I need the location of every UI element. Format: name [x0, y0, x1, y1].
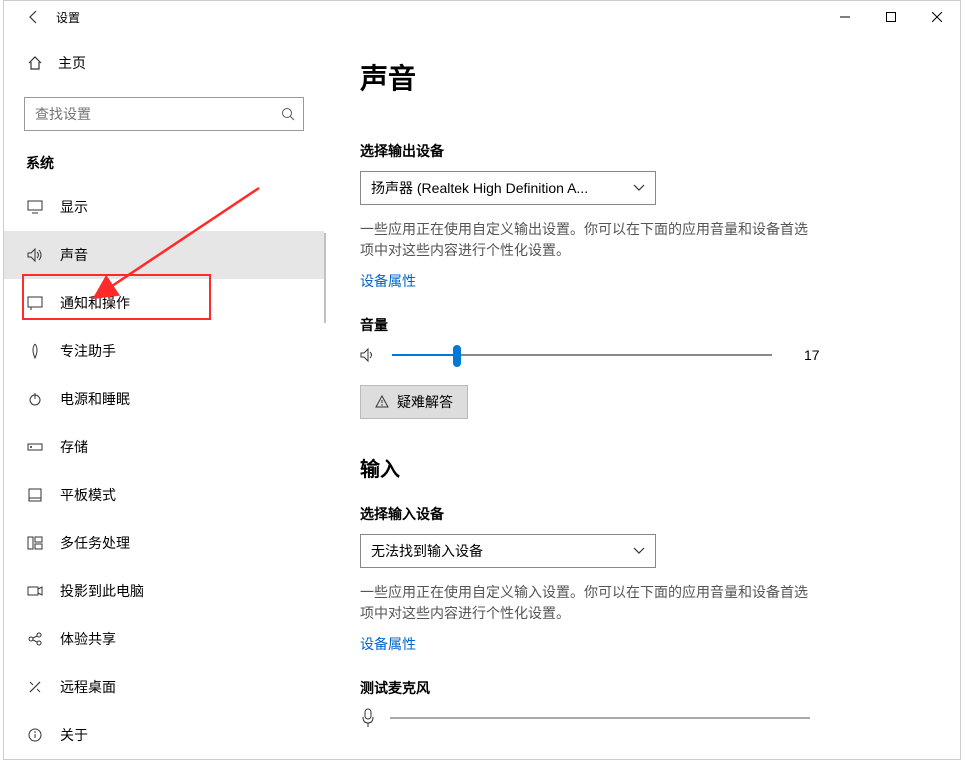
troubleshoot-label: 疑难解答 — [397, 392, 453, 412]
nav-label: 远程桌面 — [60, 677, 116, 697]
multitask-icon — [26, 536, 44, 550]
volume-label: 音量 — [360, 315, 924, 335]
sound-icon — [26, 248, 44, 262]
tablet-icon — [26, 488, 44, 502]
nav-project[interactable]: 投影到此电脑 — [4, 567, 324, 615]
minimize-button[interactable] — [822, 1, 868, 33]
nav-storage[interactable]: 存储 — [4, 423, 324, 471]
nav-display[interactable]: 显示 — [4, 183, 324, 231]
home-icon — [26, 55, 44, 71]
power-icon — [26, 391, 44, 407]
nav-label: 声音 — [60, 245, 88, 265]
nav-label: 电源和睡眠 — [60, 389, 130, 409]
warning-icon — [375, 395, 389, 409]
nav-about[interactable]: 关于 — [4, 711, 324, 759]
nav-share[interactable]: 体验共享 — [4, 615, 324, 663]
page-title: 声音 — [360, 57, 924, 97]
output-select-label: 选择输出设备 — [360, 141, 924, 161]
home-link[interactable]: 主页 — [4, 43, 324, 83]
nav-label: 关于 — [60, 725, 88, 745]
share-icon — [26, 631, 44, 647]
output-device-value: 扬声器 (Realtek High Definition A... — [371, 178, 588, 198]
search-icon — [281, 107, 295, 121]
search-input[interactable] — [24, 97, 304, 131]
nav-label: 通知和操作 — [60, 293, 130, 313]
back-button[interactable] — [16, 1, 52, 33]
home-label: 主页 — [58, 53, 86, 73]
output-device-select[interactable]: 扬声器 (Realtek High Definition A... — [360, 171, 656, 205]
nav-tablet[interactable]: 平板模式 — [4, 471, 324, 519]
remote-icon — [26, 679, 44, 695]
input-select-label: 选择输入设备 — [360, 504, 924, 524]
display-icon — [26, 200, 44, 214]
nav-label: 投影到此电脑 — [60, 581, 144, 601]
chevron-down-icon — [633, 547, 645, 555]
nav-power[interactable]: 电源和睡眠 — [4, 375, 324, 423]
input-section-title: 输入 — [360, 453, 924, 482]
section-label: 系统 — [4, 145, 324, 183]
mic-level-meter — [390, 717, 810, 719]
volume-icon[interactable] — [360, 347, 378, 363]
input-device-properties-link[interactable]: 设备属性 — [360, 634, 416, 654]
troubleshoot-button[interactable]: 疑难解答 — [360, 385, 468, 419]
test-mic-label: 测试麦克风 — [360, 678, 924, 698]
about-icon — [26, 727, 44, 743]
nav-label: 专注助手 — [60, 341, 116, 361]
nav-remote[interactable]: 远程桌面 — [4, 663, 324, 711]
notification-icon — [26, 296, 44, 310]
nav-notifications[interactable]: 通知和操作 — [4, 279, 324, 327]
nav-label: 显示 — [60, 197, 88, 217]
input-device-select[interactable]: 无法找到输入设备 — [360, 534, 656, 568]
nav-label: 体验共享 — [60, 629, 116, 649]
search-field[interactable] — [35, 106, 281, 122]
storage-icon — [26, 440, 44, 454]
nav-label: 多任务处理 — [60, 533, 130, 553]
nav-sound[interactable]: 声音 — [4, 231, 324, 279]
slider-thumb[interactable] — [453, 345, 461, 367]
output-device-properties-link[interactable]: 设备属性 — [360, 271, 416, 291]
volume-slider[interactable] — [392, 354, 772, 356]
focus-icon — [26, 343, 44, 359]
input-device-value: 无法找到输入设备 — [371, 541, 483, 561]
project-icon — [26, 584, 44, 598]
microphone-icon — [360, 708, 376, 728]
maximize-button[interactable] — [868, 1, 914, 33]
output-help-text: 一些应用正在使用自定义输出设置。你可以在下面的应用音量和设备首选项中对这些内容进… — [360, 219, 810, 261]
nav-multitask[interactable]: 多任务处理 — [4, 519, 324, 567]
input-help-text: 一些应用正在使用自定义输入设置。你可以在下面的应用音量和设备首选项中对这些内容进… — [360, 582, 810, 624]
nav-focus[interactable]: 专注助手 — [4, 327, 324, 375]
nav-label: 平板模式 — [60, 485, 116, 505]
window-title: 设置 — [56, 9, 80, 26]
close-button[interactable] — [914, 1, 960, 33]
slider-fill — [392, 354, 457, 356]
chevron-down-icon — [633, 184, 645, 192]
nav-label: 存储 — [60, 437, 88, 457]
volume-value: 17 — [804, 347, 820, 363]
